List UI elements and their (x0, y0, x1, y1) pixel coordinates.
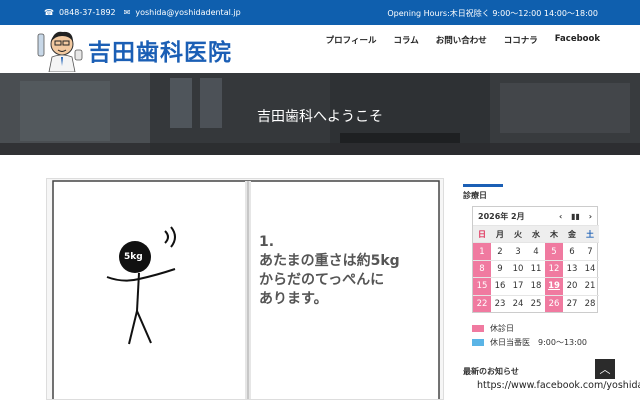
calendar-month: 2026年 2月 (478, 211, 525, 221)
nav-facebook[interactable]: Facebook (555, 34, 600, 46)
calendar-day[interactable]: 21 (581, 277, 599, 294)
site-title: 吉田歯科医院 (88, 40, 232, 66)
calendar-day[interactable]: 12 (545, 259, 563, 278)
calendar-weekday: 木 (545, 225, 563, 243)
email-address: yoshida@yoshidadental.jp (135, 8, 241, 17)
calendar-weekday: 水 (527, 225, 545, 243)
top-info-bar: ☎ 0848-37-1892 ✉ yoshida@yoshidadental.j… (0, 0, 640, 25)
weight-label: 5kg (124, 252, 143, 262)
nav-profile[interactable]: プロフィール (326, 34, 377, 46)
calendar-day[interactable]: 15 (473, 277, 491, 295)
calendar-day[interactable]: 23 (491, 294, 509, 312)
clinic-calendar: 2026年 2月 ‹ ▮▮ › 日月火水木金土 1 2 3 4 5 6 7 8 9 10 11 12 13… (472, 206, 599, 313)
calendar-heading-text: 診療日 (463, 191, 487, 200)
calendar-day[interactable]: 27 (563, 294, 581, 312)
calendar-day[interactable]: 22 (473, 294, 491, 312)
nav-coconala[interactable]: ココナラ (504, 34, 538, 46)
calendar-day[interactable]: 24 (509, 294, 527, 312)
calendar-controls: ‹ ▮▮ › (553, 212, 592, 221)
opening-hours: Opening Hours:木日祝除く 9:00～12:00 14:00～18:… (387, 9, 598, 18)
hero-title: 吉田歯科へようこそ (257, 109, 383, 125)
article-card[interactable]: 5kg 1. あたまの重さは約5kg からだのてっぺんに あります。 (46, 178, 444, 400)
article-text-line: 1. (259, 234, 275, 250)
calendar-day[interactable]: 2 (491, 242, 509, 259)
article-text-line: あたまの重さは約5kg (259, 253, 400, 269)
calendar-weekday: 火 (509, 225, 527, 243)
calendar-day[interactable]: 13 (563, 259, 581, 277)
legend-closed-label: 休診日 (490, 324, 514, 333)
news-link[interactable]: https://www.facebook.com/yoshida (477, 380, 640, 391)
calendar-weekday: 土 (581, 225, 599, 243)
calendar-day[interactable]: 17 (509, 277, 527, 294)
calendar-day[interactable]: 3 (509, 242, 527, 259)
phone-contact[interactable]: ☎ 0848-37-1892 (44, 8, 116, 17)
calendar-day[interactable]: 9 (491, 259, 509, 277)
calendar-heading: 診療日 (463, 184, 640, 201)
calendar-day[interactable]: 16 (491, 277, 509, 294)
calendar-day[interactable]: 4 (527, 242, 545, 259)
calendar-day[interactable]: 14 (581, 259, 599, 277)
legend-duty-label: 休日当番医 9:00～13:00 (490, 338, 588, 347)
legend-duty: 休日当番医 9:00～13:00 (472, 337, 587, 348)
calendar-day[interactable]: 26 (545, 294, 563, 312)
nav-contact[interactable]: お問い合わせ (436, 34, 487, 46)
calendar-header: 2026年 2月 ‹ ▮▮ › (473, 207, 597, 225)
calendar-day[interactable]: 25 (527, 294, 545, 312)
article-text-line: あります。 (259, 291, 328, 307)
heading-rule (463, 184, 503, 187)
calendar-day[interactable]: 28 (581, 294, 599, 312)
main-nav: プロフィール コラム お問い合わせ ココナラ Facebook (309, 34, 600, 46)
email-contact[interactable]: ✉ yoshida@yoshidadental.jp (124, 8, 241, 17)
calendar-day[interactable]: 19 (545, 277, 563, 295)
sidebar: 診療日 2026年 2月 ‹ ▮▮ › 日月火水木金土 1 2 3 4 5 6 7 8 9 10 11… (463, 184, 640, 391)
calendar-weekday: 月 (491, 225, 509, 243)
site-header: 吉田歯科医院 プロフィール コラム お問い合わせ ココナラ Facebook (0, 25, 640, 73)
phone-icon: ☎ (44, 8, 54, 17)
site-logo[interactable]: 吉田歯科医院 (36, 28, 232, 72)
hero-banner: 吉田歯科へようこそ (0, 73, 640, 155)
today-button[interactable]: ▮▮ (571, 212, 580, 221)
legend-closed: 休診日 (472, 323, 514, 334)
calendar-day[interactable]: 7 (581, 242, 599, 259)
calendar-weekday: 金 (563, 225, 581, 243)
article-text: 1. あたまの重さは約5kg からだのてっぺんに あります。 (259, 233, 400, 309)
calendar-day[interactable]: 1 (473, 242, 491, 260)
chevron-up-icon: ︿ (599, 363, 611, 376)
calendar-day[interactable]: 18 (527, 277, 545, 294)
calendar-day[interactable]: 6 (563, 242, 581, 259)
calendar-grid: 日月火水木金土 1 2 3 4 5 6 7 8 9 10 11 12 13 14 15 16 17 18 19 20 21… (473, 225, 599, 312)
calendar-day[interactable]: 20 (563, 277, 581, 294)
scroll-top-button[interactable]: ︿ (595, 359, 615, 379)
calendar-day[interactable]: 5 (545, 242, 563, 260)
calendar-day[interactable]: 10 (509, 259, 527, 277)
prev-month-button[interactable]: ‹ (559, 212, 562, 221)
dentist-mascot-icon (37, 31, 83, 72)
calendar-day[interactable]: 11 (527, 259, 545, 277)
nav-column[interactable]: コラム (393, 34, 418, 46)
article-text-line: からだのてっぺんに (259, 272, 385, 288)
news-heading-text: 最新のお知らせ (463, 367, 519, 376)
calendar-day[interactable]: 8 (473, 259, 491, 278)
next-month-button[interactable]: › (589, 212, 592, 221)
duty-swatch (472, 339, 484, 346)
mail-icon: ✉ (123, 8, 131, 17)
contact-info: ☎ 0848-37-1892 ✉ yoshida@yoshidadental.j… (44, 8, 241, 17)
closed-swatch (472, 325, 484, 332)
phone-number: 0848-37-1892 (58, 8, 116, 17)
calendar-weekday: 日 (473, 225, 491, 243)
